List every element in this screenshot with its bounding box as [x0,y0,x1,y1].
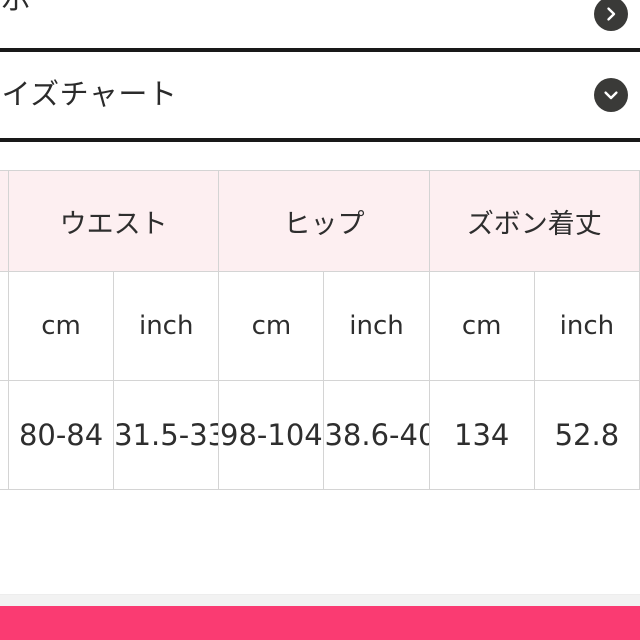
size-chart-unit-header-row: cm inch cm inch cm inch [0,271,640,381]
group-header-size: サイズ [0,170,9,272]
accordion-row-size-chart[interactable]: サイズチャート [0,52,640,138]
footer-gray-divider [0,594,640,606]
chevron-right-icon[interactable] [594,0,628,31]
accordion-title-display: 表示 [0,0,31,13]
unit-header-waist-cm: cm [7,271,115,381]
group-header-pants-length: ズボン着丈 [428,170,640,272]
chevron-down-icon[interactable] [594,78,628,112]
size-chart-table: サイズ ウエスト ヒップ ズボン着丈 cm inch cm inch cm in… [0,170,640,490]
size-chart-group-header-row: サイズ ウエスト ヒップ ズボン着丈 [0,170,640,272]
cell-size: M [0,380,9,490]
group-header-hip: ヒップ [218,170,430,272]
cell-waist-inch: 31.5-33.1 [113,380,220,490]
cell-length-inch: 52.8 [533,380,640,490]
accordion-title-size-chart: サイズチャート [0,77,178,111]
unit-header-blank [0,271,9,381]
unit-header-hip-cm: cm [218,271,325,381]
footer-action-bar[interactable] [0,606,640,640]
cell-waist-cm: 80-84 [7,380,115,490]
size-chart-body: M 80-84 31.5-33.1 98-104 38.6-40.9 134 5… [0,380,640,490]
cell-length-cm: 134 [428,380,535,490]
unit-header-waist-inch: inch [113,271,220,381]
unit-header-hip-inch: inch [323,271,430,381]
group-header-waist: ウエスト [7,170,220,272]
size-chart-head: サイズ ウエスト ヒップ ズボン着丈 cm inch cm inch cm in… [0,170,640,381]
unit-header-length-inch: inch [533,271,640,381]
size-chart-scroll-container[interactable]: サイズ ウエスト ヒップ ズボン着丈 cm inch cm inch cm in… [0,170,640,490]
accordion-row-display[interactable]: 表示 [0,0,640,48]
cell-hip-cm: 98-104 [218,380,325,490]
unit-header-length-cm: cm [428,271,535,381]
divider-rule-bottom [0,138,640,142]
table-row: M 80-84 31.5-33.1 98-104 38.6-40.9 134 5… [0,380,640,490]
cell-hip-inch: 38.6-40.9 [323,380,430,490]
